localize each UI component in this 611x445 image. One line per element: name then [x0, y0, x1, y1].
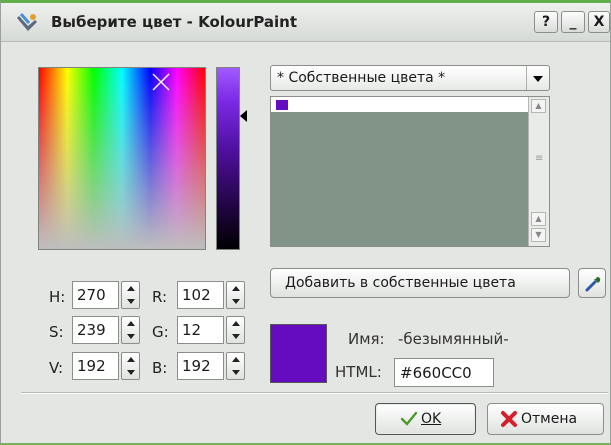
b-label: B:: [152, 359, 168, 377]
swatch-row: [271, 97, 529, 112]
divider: [21, 392, 608, 394]
v-stepper[interactable]: [121, 352, 140, 380]
red-x-icon: [501, 411, 517, 427]
s-stepper[interactable]: [121, 316, 140, 344]
scroll-up-icon[interactable]: ▲: [531, 212, 546, 226]
color-dialog: Выберите цвет - KolourPaint ? _ X * Собс…: [0, 0, 611, 445]
g-stepper[interactable]: [226, 316, 245, 344]
title-bar: Выберите цвет - KolourPaint ? _ X: [1, 3, 610, 42]
v-label: V:: [49, 359, 64, 377]
h-spinbox[interactable]: 270: [72, 281, 140, 309]
hue-saturation-field[interactable]: [38, 67, 206, 250]
html-hex-value: #660CC0: [400, 364, 472, 382]
add-to-custom-colors-button[interactable]: Добавить в собственные цвета: [270, 268, 570, 298]
checkmark-icon: [400, 411, 418, 426]
b-value: 192: [182, 357, 211, 375]
swatch-grid-empty-area: [271, 112, 529, 246]
close-button[interactable]: X: [588, 11, 610, 33]
picker-crosshair-icon: [152, 73, 170, 91]
eyedropper-icon: [585, 277, 601, 292]
value-slider[interactable]: [216, 67, 240, 250]
chevron-down-icon[interactable]: [526, 66, 549, 90]
r-stepper[interactable]: [226, 281, 245, 309]
window-title: Выберите цвет - KolourPaint: [51, 13, 298, 31]
cancel-button[interactable]: Отмена: [487, 403, 604, 435]
s-spinbox[interactable]: 239: [72, 316, 140, 344]
value-slider-arrow-icon[interactable]: [240, 110, 247, 122]
minimize-button[interactable]: _: [561, 11, 585, 33]
h-stepper[interactable]: [121, 281, 140, 309]
kolourpaint-icon: [17, 13, 37, 31]
r-spinbox[interactable]: 102: [177, 281, 245, 309]
vertical-scrollbar[interactable]: ▲ ≡ ▲ ▼: [528, 97, 549, 246]
palette-combo[interactable]: * Собственные цвета *: [270, 65, 550, 91]
r-label: R:: [152, 288, 168, 306]
g-value: 12: [182, 321, 202, 339]
scroll-up-icon[interactable]: ▲: [531, 99, 546, 113]
eyedropper-button[interactable]: [578, 268, 606, 298]
html-hex-field[interactable]: #660CC0: [394, 358, 494, 387]
add-to-custom-colors-label: Добавить в собственные цвета: [285, 275, 516, 291]
g-label: G:: [152, 323, 169, 341]
name-value: -безымянный-: [398, 330, 509, 348]
html-label: HTML:: [335, 363, 382, 381]
h-value: 270: [77, 286, 106, 304]
name-label: Имя:: [348, 330, 385, 348]
scroll-grip-icon[interactable]: ≡: [535, 153, 543, 164]
h-label: H:: [49, 288, 66, 306]
scroll-down-icon[interactable]: ▼: [531, 228, 546, 242]
b-stepper[interactable]: [226, 352, 245, 380]
r-value: 102: [182, 286, 211, 304]
help-button[interactable]: ?: [534, 11, 558, 33]
palette-combo-value: * Собственные цвета *: [277, 70, 446, 86]
ok-label: OK: [421, 411, 442, 427]
v-value: 192: [77, 357, 106, 375]
b-spinbox[interactable]: 192: [177, 352, 245, 380]
ok-button[interactable]: OK: [375, 403, 476, 435]
custom-color-swatch[interactable]: [275, 99, 289, 111]
v-spinbox[interactable]: 192: [72, 352, 140, 380]
s-value: 239: [77, 321, 106, 339]
s-label: S:: [49, 323, 64, 341]
custom-colors-grid[interactable]: ▲ ≡ ▲ ▼: [270, 96, 550, 247]
selected-color-preview: [270, 324, 327, 383]
cancel-label: Отмена: [521, 411, 578, 427]
g-spinbox[interactable]: 12: [177, 316, 245, 344]
